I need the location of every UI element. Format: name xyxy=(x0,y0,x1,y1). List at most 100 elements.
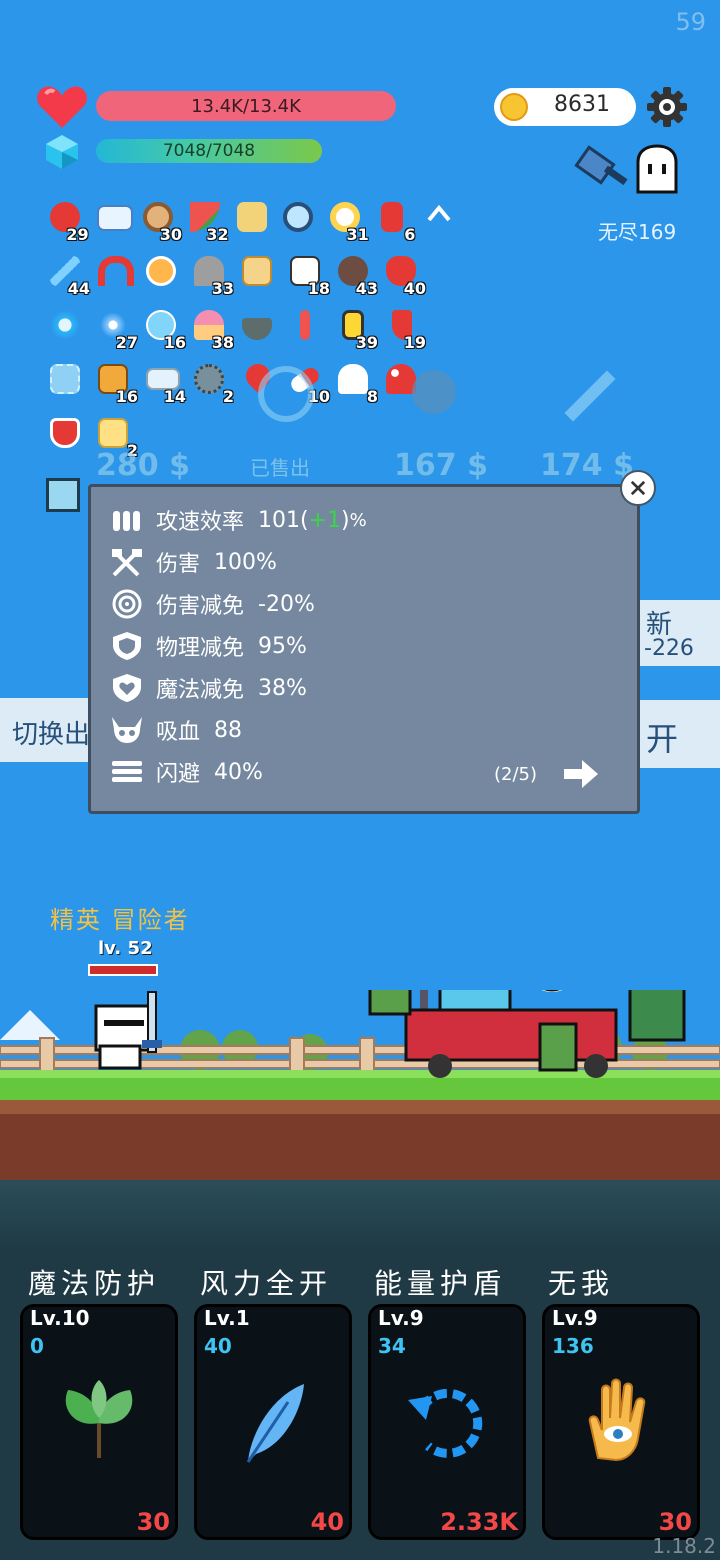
item-count: 31 xyxy=(346,225,369,244)
leaf-icon xyxy=(65,1380,133,1458)
arrow-right-icon[interactable] xyxy=(562,758,600,790)
fps-counter: 59 xyxy=(675,8,706,36)
version-label: 1.18.2 xyxy=(652,1534,716,1558)
open-button-label: 开 xyxy=(646,720,679,758)
inventory-item[interactable] xyxy=(92,250,140,298)
inventory-item[interactable] xyxy=(91,196,138,244)
magnifier-icon xyxy=(283,202,314,232)
inventory-item[interactable]: 16 xyxy=(140,304,188,352)
hp-text: 13.4K/13.4K xyxy=(191,95,301,117)
scroll-icon xyxy=(242,256,272,286)
stat-row: 伤害 100% xyxy=(110,544,277,580)
inventory-item[interactable]: 31 xyxy=(324,196,371,244)
inventory-item[interactable]: 33 xyxy=(188,250,236,298)
inventory-item[interactable]: 27 xyxy=(92,304,140,352)
stat-name: 物理减免 xyxy=(156,636,245,661)
enemy-level: lv. 52 xyxy=(98,938,153,959)
stat-paren-open: ( xyxy=(300,507,309,533)
inventory-item[interactable] xyxy=(231,196,278,244)
inventory-grid: 29 30 32 31 6 44 33 18 43 40 27 16 38 39… xyxy=(44,196,464,466)
inventory-item[interactable]: 32 xyxy=(184,196,231,244)
inventory-item[interactable] xyxy=(236,304,284,352)
inventory-item[interactable] xyxy=(44,358,92,406)
ghost-icon[interactable] xyxy=(632,144,682,194)
skill-cost: 30 xyxy=(136,1508,170,1536)
magnet-icon xyxy=(98,256,134,286)
shop-price: 174 $ xyxy=(540,448,634,483)
skill-level: Lv.1 xyxy=(204,1306,250,1330)
gear-icon[interactable] xyxy=(646,86,688,128)
stat-suffix: % xyxy=(349,509,367,531)
star-card-icon xyxy=(96,205,133,231)
stat-row: 攻速效率 101 (+1) % xyxy=(110,502,367,538)
stat-name: 攻速效率 xyxy=(156,510,245,535)
mp-bar: 7048/7048 xyxy=(96,139,322,163)
stat-value: -20% xyxy=(258,591,315,617)
inventory-item[interactable] xyxy=(277,196,324,244)
close-icon[interactable] xyxy=(620,470,656,506)
stat-name: 伤害减免 xyxy=(156,594,245,619)
inventory-item[interactable]: 18 xyxy=(284,250,332,298)
item-count: 18 xyxy=(307,279,330,298)
inventory-item[interactable] xyxy=(140,250,188,298)
inventory-item[interactable]: 30 xyxy=(137,196,184,244)
inventory-item[interactable]: 43 xyxy=(332,250,380,298)
stat-paren-close: ) xyxy=(341,507,350,533)
inventory-row: 27 16 38 39 19 xyxy=(44,304,464,358)
item-count: 2 xyxy=(222,387,234,406)
item-count: 32 xyxy=(206,225,229,244)
inventory-item[interactable]: 8 xyxy=(332,358,380,406)
item-count: 14 xyxy=(163,387,186,406)
item-count: 19 xyxy=(403,333,426,352)
dash-lines-icon xyxy=(112,761,142,782)
item-count: 29 xyxy=(66,225,89,244)
inventory-item[interactable] xyxy=(44,304,92,352)
page-indicator: (2/5) xyxy=(494,764,538,785)
inventory-item[interactable] xyxy=(284,304,332,352)
inventory-item[interactable] xyxy=(236,250,284,298)
potion-icon xyxy=(146,256,176,286)
item-count: 16 xyxy=(115,387,138,406)
inventory-item[interactable]: 14 xyxy=(140,358,188,406)
hammer-icon[interactable] xyxy=(574,144,632,196)
stat-name: 伤害 xyxy=(156,552,201,577)
frame-icon xyxy=(50,364,80,394)
inventory-item[interactable]: 29 xyxy=(44,196,91,244)
sold-label: 已售出 xyxy=(250,456,310,480)
stat-row: 魔法减免 38% xyxy=(110,670,307,706)
collapse-toggle[interactable] xyxy=(417,196,464,244)
light-bulb-icon[interactable] xyxy=(46,478,80,512)
horned-skull-icon xyxy=(112,717,142,743)
skill-level: Lv.10 xyxy=(30,1306,90,1330)
inventory-item[interactable]: 2 xyxy=(188,358,236,406)
inventory-item[interactable] xyxy=(44,412,92,460)
inventory-item[interactable]: 39 xyxy=(332,304,380,352)
note-icon xyxy=(98,418,128,448)
stat-value: 101 xyxy=(258,507,301,533)
inventory-item[interactable]: 16 xyxy=(92,358,140,406)
skill-level: Lv.9 xyxy=(378,1306,424,1330)
inventory-item[interactable]: 38 xyxy=(188,304,236,352)
stat-value: 95% xyxy=(258,633,307,659)
inventory-item[interactable]: 44 xyxy=(44,250,92,298)
stat-name: 魔法减免 xyxy=(156,678,245,703)
heart-shield-icon xyxy=(113,674,141,702)
inventory-row: 16 14 2 10 8 xyxy=(44,358,464,412)
item-count: 27 xyxy=(115,333,138,352)
coin-icon xyxy=(500,93,528,121)
treasure-map-icon xyxy=(236,202,267,232)
stat-bonus: +1 xyxy=(308,507,342,533)
shop-mace-icon xyxy=(412,370,456,414)
inventory-item[interactable]: 6 xyxy=(371,196,418,244)
inventory-item[interactable]: 40 xyxy=(380,250,428,298)
mace-icon xyxy=(194,364,224,394)
bookmark-icon xyxy=(380,202,403,232)
item-count: 8 xyxy=(366,387,378,406)
mortar-icon xyxy=(242,318,272,340)
skill-cost: 30 xyxy=(658,1508,692,1536)
item-count: 38 xyxy=(211,333,234,352)
skill-value: 34 xyxy=(378,1334,406,1358)
inventory-item[interactable]: 19 xyxy=(380,304,428,352)
skill-title: 能量护盾 xyxy=(374,1267,507,1300)
item-count: 30 xyxy=(159,225,183,244)
